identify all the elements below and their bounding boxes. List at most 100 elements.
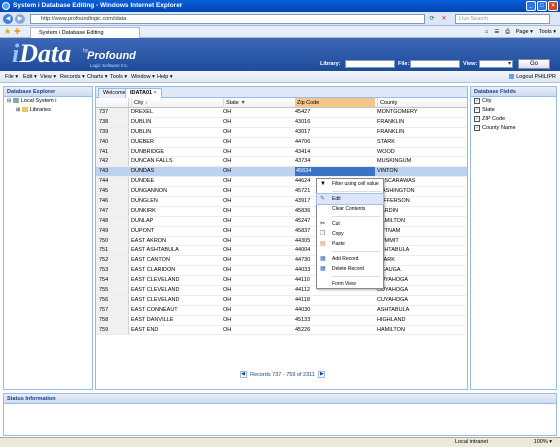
cell-zip[interactable]: 43016	[295, 118, 375, 128]
cell-city[interactable]: DUPONT	[131, 227, 221, 237]
table-row[interactable]: 749 DUPONT OH 45837 PUTNAM	[96, 226, 467, 237]
cell-zip[interactable]: 44118	[295, 296, 375, 306]
cell-state[interactable]: OH	[223, 197, 294, 207]
cell-state[interactable]: OH	[223, 276, 294, 286]
cell-city[interactable]: DUEBER	[131, 138, 221, 148]
cell-state[interactable]: OH	[223, 237, 294, 247]
cell-city[interactable]: EAST CLARIDON	[131, 266, 221, 276]
table-row[interactable]: 759 EAST END OH 45226 HAMILTON	[96, 325, 467, 336]
table-row[interactable]: 758 EAST DANVILLE OH 45133 HIGHLAND	[96, 315, 467, 326]
tools-menu[interactable]: Tools ▾	[539, 27, 556, 37]
cell-state[interactable]: OH	[223, 177, 294, 187]
cell-state[interactable]: OH	[223, 306, 294, 316]
cell-state[interactable]: OH	[223, 217, 294, 227]
table-row[interactable]: 744 DUNDEE OH 44624 TUSCARAWAS	[96, 177, 467, 188]
cell-county[interactable]: HAMILTON	[377, 326, 467, 336]
cell-zip[interactable]: 45133	[295, 316, 375, 326]
ctx-filter[interactable]: ▼ Filter using cell value	[317, 179, 383, 189]
cell-county[interactable]: CUYAHOGA	[377, 276, 467, 286]
cell-city[interactable]: DUNCAN FALLS	[131, 157, 221, 167]
menu-records[interactable]: Records ▾	[60, 71, 85, 83]
logout-link[interactable]: Logout PHILIPR	[509, 71, 556, 83]
cell-city[interactable]: EAST CANTON	[131, 256, 221, 266]
forward-icon[interactable]: ▶	[15, 14, 25, 24]
zoom-control[interactable]: 100% ▾	[534, 438, 552, 447]
tab-close-icon[interactable]: ×	[154, 90, 157, 96]
cell-county[interactable]: CUYAHOGA	[377, 286, 467, 296]
cell-city[interactable]: EAST CONNEAUT	[131, 306, 221, 316]
table-row[interactable]: 754 EAST CLEVELAND OH 44110 CUYAHOGA	[96, 276, 467, 287]
cell-city[interactable]: EAST END	[131, 326, 221, 336]
menu-edit[interactable]: Edit ▾	[23, 71, 37, 83]
cell-state[interactable]: OH	[223, 138, 294, 148]
cell-city[interactable]: EAST CLEVELAND	[131, 296, 221, 306]
table-row[interactable]: 740 DUEBER OH 44706 STARK	[96, 137, 467, 148]
table-row[interactable]: 750 EAST AKRON OH 44305 SUMMIT	[96, 236, 467, 247]
expand-minus-icon[interactable]: ⊟	[7, 98, 11, 104]
table-row[interactable]: 753 EAST CLARIDON OH 44033 GEAUGA	[96, 266, 467, 277]
refresh-icon[interactable]: ⟳	[428, 15, 436, 23]
expand-plus-icon[interactable]: ⊞	[16, 107, 20, 113]
field-state[interactable]: ✓ State	[471, 106, 556, 115]
cell-state[interactable]: OH	[223, 128, 294, 138]
table-row[interactable]: 752 EAST CANTON OH 44730 STARK	[96, 256, 467, 267]
cell-state[interactable]: OH	[223, 167, 294, 177]
cell-county[interactable]: CUYAHOGA	[377, 296, 467, 306]
view-select[interactable]	[479, 60, 513, 68]
table-row[interactable]: 757 EAST CONNEAUT OH 44030 ASHTABULA	[96, 305, 467, 316]
print-icon[interactable]: ⎙	[505, 27, 509, 37]
cell-state[interactable]: OH	[223, 326, 294, 336]
table-row[interactable]: 738 DUBLIN OH 43016 FRANKLIN	[96, 117, 467, 128]
cell-city[interactable]: DUNDEE	[131, 177, 221, 187]
cell-zip[interactable]: 44706	[295, 138, 375, 148]
checkbox-state[interactable]: ✓	[474, 106, 480, 113]
menu-file[interactable]: File ▾	[5, 71, 18, 83]
cell-city[interactable]: DUBLIN	[131, 128, 221, 138]
filter-icon[interactable]: ▼	[240, 100, 245, 106]
checkbox-zip[interactable]: ✓	[474, 115, 480, 122]
header-county[interactable]: County	[377, 98, 467, 108]
cell-state[interactable]: OH	[223, 256, 294, 266]
cell-county[interactable]: HARDIN	[377, 207, 467, 217]
cell-county[interactable]: GEAUGA	[377, 266, 467, 276]
checkbox-county[interactable]: ✓	[474, 124, 480, 131]
library-input[interactable]	[345, 60, 395, 68]
table-row[interactable]: 746 DUNGLEN OH 43917 JEFFERSON	[96, 197, 467, 207]
ctx-paste[interactable]: ▤ Paste	[317, 239, 383, 249]
url-field[interactable]: http://www.profoundlogic.com/idata	[30, 14, 425, 24]
cell-county[interactable]: WASHINGTON	[377, 187, 467, 197]
menu-charts[interactable]: Charts ▾	[87, 71, 108, 83]
cell-state[interactable]: OH	[223, 286, 294, 296]
ctx-form-view[interactable]: Form View	[317, 279, 383, 289]
menu-view[interactable]: View ▾	[40, 71, 56, 83]
cell-state[interactable]: OH	[223, 316, 294, 326]
menu-window[interactable]: Window ▾	[131, 71, 155, 83]
cell-zip[interactable]: 43734	[295, 157, 375, 167]
ctx-copy[interactable]: ❐ Copy	[317, 229, 383, 239]
close-button[interactable]: ×	[548, 1, 558, 11]
cell-county[interactable]: STARK	[377, 256, 467, 266]
cell-state[interactable]: OH	[223, 187, 294, 197]
cell-city[interactable]: DUNKIRK	[131, 207, 221, 217]
tree-item-libraries[interactable]: ⊞ Libraries	[4, 106, 92, 115]
cell-city[interactable]: DREXEL	[131, 108, 221, 118]
cell-county[interactable]: ASHTABULA	[377, 246, 467, 256]
cell-city[interactable]: EAST AKRON	[131, 237, 221, 247]
table-row[interactable]: 756 EAST CLEVELAND OH 44118 CUYAHOGA	[96, 295, 467, 306]
cell-state[interactable]: OH	[223, 266, 294, 276]
add-favorites-icon[interactable]: ✚	[14, 27, 21, 37]
next-page-button[interactable]: ▶	[318, 371, 326, 379]
cell-city[interactable]: EAST CLEVELAND	[131, 276, 221, 286]
cell-county[interactable]: MUSKINGUM	[377, 157, 467, 167]
field-zip[interactable]: ✓ ZIP Code	[471, 115, 556, 124]
tab-idata01[interactable]: IDATA01 ×	[125, 88, 162, 98]
cell-county[interactable]: STARK	[377, 138, 467, 148]
header-zip[interactable]: Zip Code	[295, 98, 375, 107]
table-row[interactable]: 745 DUNGANNON OH 45721 WASHINGTON	[96, 187, 467, 198]
ctx-add-record[interactable]: ▦ Add Record	[317, 254, 383, 264]
table-row[interactable]: 747 DUNKIRK OH 45836 HARDIN	[96, 206, 467, 217]
cell-state[interactable]: OH	[223, 246, 294, 256]
cell-county[interactable]: WOOD	[377, 148, 467, 158]
favorites-star-icon[interactable]: ★	[4, 27, 11, 37]
stop-icon[interactable]: ✕	[440, 15, 448, 23]
